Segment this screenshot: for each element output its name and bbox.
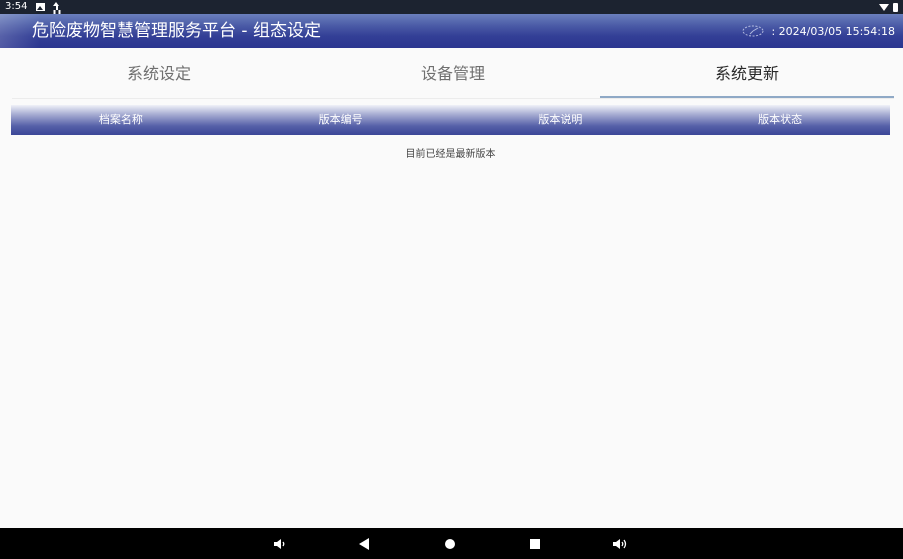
upload-icon — [52, 2, 61, 12]
status-right-icons — [879, 2, 898, 12]
wifi-icon — [879, 3, 889, 11]
recent-apps-icon — [530, 538, 540, 549]
back-icon — [359, 537, 369, 550]
status-time: 3:54 — [5, 1, 28, 12]
tab-system-settings[interactable]: 系统设定 — [12, 48, 306, 100]
status-bar: 3:54 — [0, 0, 903, 14]
volume-up-icon — [613, 538, 627, 549]
tab-system-update[interactable]: 系统更新 — [600, 48, 894, 100]
app-header: 危险废物智慧管理服务平台 - 组态设定 : 2024/03/05 15:54:1… — [0, 14, 903, 48]
system-nav-bar — [0, 528, 903, 559]
table-empty-message: 目前已经是最新版本 — [405, 149, 496, 160]
column-header-version-description: 版本说明 — [538, 113, 583, 126]
volume-up-button[interactable] — [608, 528, 632, 559]
recent-apps-button[interactable] — [523, 528, 547, 559]
header-datetime: : 2024/03/05 15:54:18 — [771, 24, 895, 38]
battery-icon — [893, 2, 898, 12]
column-header-file-name: 档案名称 — [98, 113, 143, 126]
app-screen: 3:54 危险废物智慧管理服务平台 - 组态设定 : 2024/03/05 15… — [0, 0, 903, 559]
clock-icon — [742, 25, 764, 37]
volume-down-button[interactable] — [268, 528, 292, 559]
tab-bar: 系统设定 设备管理 系统更新 — [12, 48, 894, 100]
header-clock: : 2024/03/05 15:54:18 — [741, 14, 895, 48]
page-title: 危险废物智慧管理服务平台 - 组态设定 — [32, 21, 321, 41]
volume-down-icon — [274, 538, 285, 549]
back-button[interactable] — [352, 528, 376, 559]
column-header-version-number: 版本编号 — [318, 113, 363, 126]
tab-device-management[interactable]: 设备管理 — [306, 48, 600, 100]
column-header-version-status: 版本状态 — [758, 113, 803, 126]
version-table-header: 档案名称 版本编号 版本说明 版本状态 — [11, 105, 890, 135]
tabs-divider — [12, 98, 894, 99]
image-icon — [36, 3, 46, 11]
home-icon — [445, 538, 455, 549]
home-button[interactable] — [438, 528, 462, 559]
